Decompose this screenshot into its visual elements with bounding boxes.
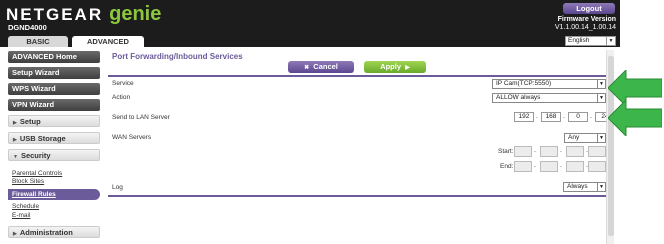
chevron-down-icon: ▼ [597,80,605,88]
sidebar-item-setup-wizard[interactable]: Setup Wizard [8,67,100,79]
log-value: Always [567,183,588,190]
triangle-right-icon: ▶ [13,120,17,126]
product-name: genie [109,3,162,25]
sidebar-item-setup[interactable]: ▶ Setup [8,115,100,127]
triangle-right-icon: ▶ [13,137,17,143]
divider [108,195,614,197]
ip-separator: . [534,147,536,154]
brand-name: NETGEAR [6,5,104,24]
cancel-button[interactable]: ✖ Cancel [288,61,354,73]
lan-ip-octet-2[interactable]: 168 [541,112,561,122]
sidebar-item-label: Administration [19,228,73,237]
sidebar-item-label: Setup [19,117,41,126]
sidebar-sub-email[interactable]: E-mail [12,212,30,219]
start-ip-octet-1[interactable] [514,146,532,157]
sidebar: ADVANCED Home Setup Wizard WPS Wizard VP… [8,50,100,244]
page-title: Port Forwarding/Inbound Services [112,52,243,61]
start-label: Start: [498,148,514,155]
start-ip-octet-3[interactable] [566,146,584,157]
sidebar-item-security[interactable]: ▼ Security [8,149,100,161]
apply-button[interactable]: Apply ▶ [364,61,426,73]
chevron-down-icon: ▼ [597,134,605,142]
ip-separator: . [560,162,562,169]
tab-bar: BASIC ADVANCED English ▼ [0,34,620,47]
triangle-right-icon: ▶ [13,231,17,237]
sidebar-item-usb-storage[interactable]: ▶ USB Storage [8,132,100,144]
apply-label: Apply [380,62,402,71]
annotation-arrow-icon [608,100,662,136]
sidebar-sub-schedule[interactable]: Schedule [12,203,39,210]
divider [108,75,614,77]
ip-separator: . [560,147,562,154]
sidebar-item-wps-wizard[interactable]: WPS Wizard [8,83,100,95]
language-value: English [568,37,590,44]
end-ip-octet-4[interactable] [588,161,606,172]
end-ip-octet-1[interactable] [514,161,532,172]
service-select[interactable]: IP Cam(TCP:5550) ▼ [492,79,606,89]
triangle-down-icon: ▼ [13,154,18,160]
sidebar-item-label: USB Storage [19,134,66,143]
log-label: Log [112,184,123,191]
action-value: ALLOW always [496,94,541,101]
firmware-version: V1.1.00.14_1.00.14 [554,24,616,31]
main-content: Port Forwarding/Inbound Services ✖ Cance… [108,50,615,244]
sidebar-item-administration[interactable]: ▶ Administration [8,226,100,238]
start-ip-octet-2[interactable] [540,146,558,157]
sidebar-item-label: Security [20,151,51,160]
service-value: IP Cam(TCP:5550) [496,80,552,87]
ip-separator: . [534,162,536,169]
chevron-down-icon: ▼ [597,183,605,191]
sidebar-sub-label: Firewall Rules [12,191,56,198]
end-ip-octet-2[interactable] [540,161,558,172]
ip-separator: . [536,113,538,120]
logout-button[interactable]: Logout [563,3,615,14]
end-label: End: [500,163,514,170]
language-select[interactable]: English ▼ [565,36,616,46]
sidebar-sub-firewall-rules[interactable]: Firewall Rules [8,189,100,200]
top-header: NETGEAR genie DGND4000 Logout Firmware Ve… [0,0,620,34]
firmware-label: Firmware Version [557,16,616,23]
arrow-right-icon: ▶ [405,65,410,71]
sidebar-item-vpn-wizard[interactable]: VPN Wizard [8,99,100,111]
action-select[interactable]: ALLOW always ▼ [492,93,606,103]
end-ip-octet-3[interactable] [566,161,584,172]
ip-separator: . [563,113,565,120]
ip-separator: . [590,113,592,120]
action-label: Action [112,94,131,101]
close-icon: ✖ [304,65,310,71]
chevron-down-icon: ▼ [606,37,615,45]
wan-servers-select[interactable]: Any ▼ [564,133,606,143]
lan-ip-octet-1[interactable]: 192 [514,112,534,122]
chevron-down-icon: ▼ [597,94,605,102]
tab-advanced[interactable]: ADVANCED [72,36,144,47]
log-select[interactable]: Always ▼ [563,182,606,192]
cancel-label: Cancel [313,62,338,71]
start-ip-octet-4[interactable] [588,146,606,157]
service-label: Service [112,80,134,87]
wan-servers-label: WAN Servers [112,134,152,141]
lan-server-label: Send to LAN Server [112,114,170,121]
tab-basic[interactable]: BASIC [8,36,68,47]
sidebar-item-advanced-home[interactable]: ADVANCED Home [8,51,100,63]
lan-ip-octet-3[interactable]: 0 [568,112,588,122]
sidebar-sub-block-sites[interactable]: Block Sites [12,178,44,185]
wan-servers-value: Any [568,134,580,141]
model-name: DGND4000 [8,23,47,32]
sidebar-sub-parental-controls[interactable]: Parental Controls [12,170,62,177]
